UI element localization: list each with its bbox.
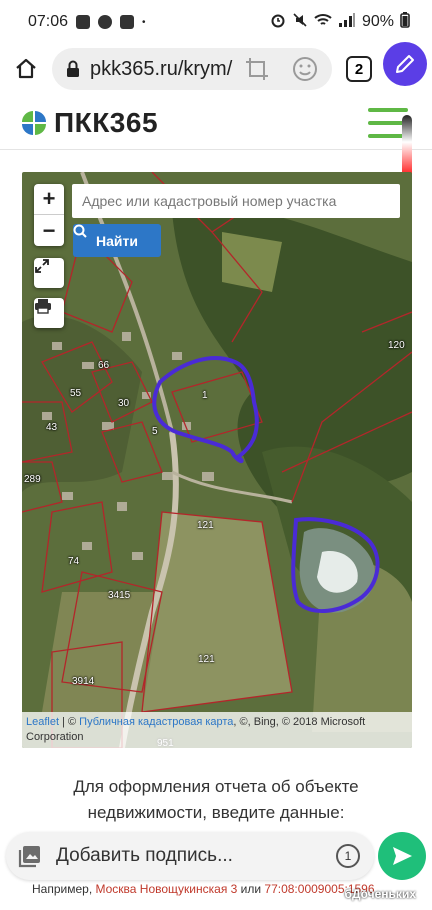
- parcel-label: 55: [70, 388, 82, 399]
- expand-icon: [35, 259, 49, 273]
- edit-button[interactable]: [383, 42, 427, 86]
- instruction-text: Для оформления отчета об объекте недвижи…: [73, 777, 359, 822]
- address-bar[interactable]: pkk365.ru/krym/: [52, 48, 332, 90]
- tabs-button[interactable]: 2: [346, 56, 372, 82]
- tabs-count: 2: [354, 60, 364, 78]
- parcel-label: 120: [388, 340, 405, 351]
- lock-icon: [67, 60, 79, 77]
- find-button[interactable]: Найти: [73, 224, 161, 257]
- parcel-label: 121: [197, 520, 214, 531]
- browser-toolbar: pkk365.ru/krym/ 2: [0, 44, 432, 94]
- print-button[interactable]: [34, 298, 64, 328]
- send-icon: [393, 847, 412, 865]
- status-bar: 07:06 • 90%: [0, 0, 432, 44]
- watermark: бДоченьких: [344, 887, 416, 901]
- find-button-label: Найти: [96, 232, 138, 249]
- example-hint: Например, Москва Новощукинская 3 или 77:…: [32, 882, 375, 896]
- parcel-label: 1: [202, 390, 208, 401]
- status-time: 07:06: [28, 13, 69, 30]
- satellite-imagery: [22, 172, 412, 748]
- cadastral-map[interactable]: 66 55 30 1 43 5 289 121 74 3415 121 3914…: [22, 172, 412, 748]
- battery-text: 90%: [361, 13, 394, 30]
- account-notification-icon: [98, 15, 113, 29]
- home-button[interactable]: [0, 57, 52, 81]
- example-address-link[interactable]: Москва Новощукинская 3: [95, 882, 237, 896]
- pencil-icon: [396, 55, 414, 73]
- map-attribution: Leaflet | © Публичная кадастровая карта,…: [22, 712, 412, 748]
- site-logo[interactable]: ПКК365: [54, 107, 158, 139]
- mute-icon: [292, 12, 308, 33]
- signal-icon: [338, 12, 356, 32]
- home-icon: [16, 58, 36, 79]
- send-button[interactable]: [378, 832, 426, 880]
- zoom-out-button[interactable]: −: [34, 215, 64, 246]
- parcel-label: 5: [152, 426, 158, 437]
- parcel-label: 66: [98, 360, 110, 371]
- public-cadastral-map-link[interactable]: Публичная кадастровая карта: [79, 716, 233, 728]
- zoom-in-button[interactable]: +: [34, 184, 64, 215]
- gallery-notification-icon: [76, 15, 91, 29]
- parcel-label: 121: [198, 654, 215, 665]
- zoom-control: + −: [34, 184, 64, 246]
- gallery-icon[interactable]: [18, 844, 42, 868]
- parcel-label: 30: [118, 398, 130, 409]
- parcel-label: 74: [68, 556, 80, 567]
- fullscreen-button[interactable]: [34, 258, 64, 288]
- caption-input[interactable]: [56, 845, 326, 867]
- printer-icon: [35, 299, 51, 314]
- parcel-label: 3914: [72, 676, 95, 687]
- emoji-icon[interactable]: [292, 56, 318, 82]
- caption-composer: 1: [6, 832, 374, 880]
- url-text: pkk365.ru/krym/: [90, 57, 233, 80]
- more-notifications-dot: •: [142, 16, 146, 28]
- search-icon: [73, 224, 87, 238]
- cadastral-search-input[interactable]: [72, 184, 400, 218]
- logo-icon: [22, 110, 46, 135]
- site-header: ПКК365: [0, 96, 432, 150]
- parcel-label: 3415: [108, 590, 131, 601]
- alarm-icon: [270, 12, 286, 33]
- crop-icon[interactable]: [244, 56, 270, 82]
- parcel-label: 289: [24, 474, 41, 485]
- leaflet-link[interactable]: Leaflet: [26, 716, 59, 728]
- wifi-icon: [314, 13, 332, 32]
- battery-icon: [400, 11, 410, 33]
- view-once-icon[interactable]: 1: [336, 844, 360, 868]
- parcel-label: 43: [46, 422, 58, 433]
- message-notification-icon: [120, 15, 135, 29]
